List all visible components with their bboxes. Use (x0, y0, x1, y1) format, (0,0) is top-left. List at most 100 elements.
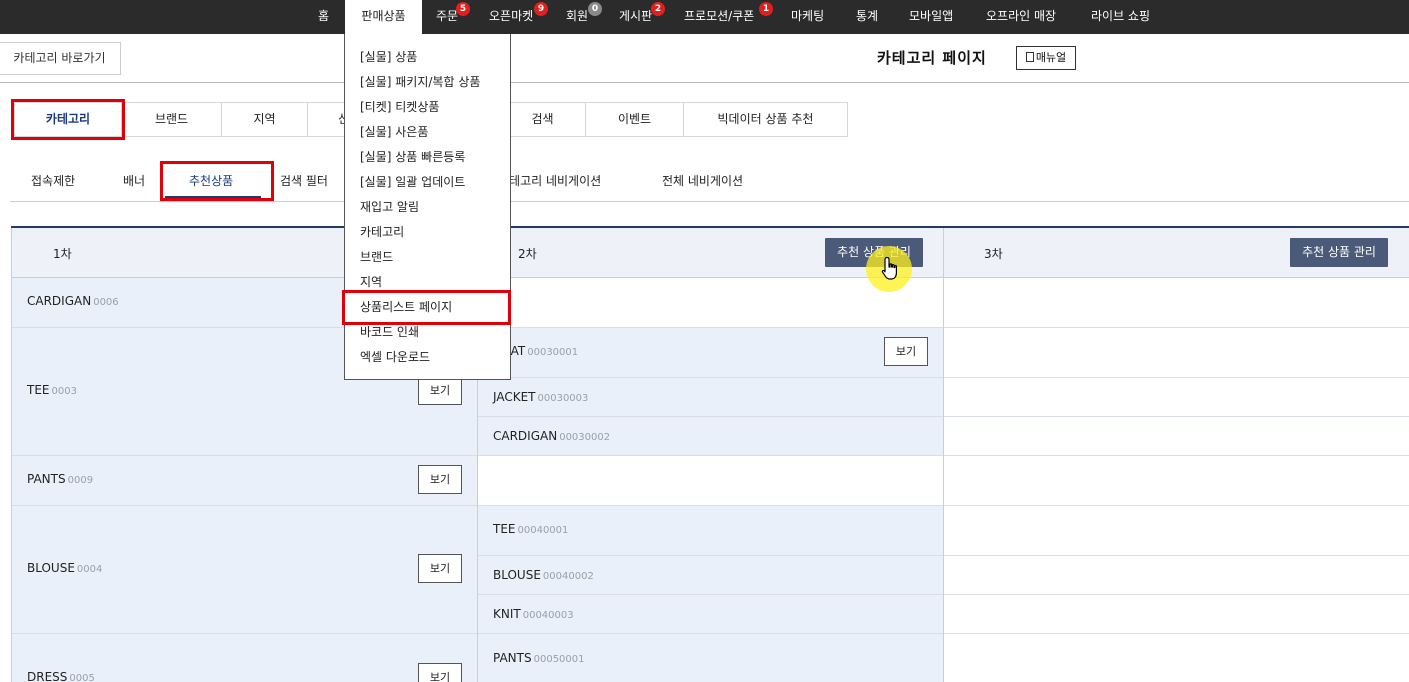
menu-item[interactable]: [실물] 사은품 (360, 123, 428, 140)
category-name: TEE 0003 (27, 383, 77, 397)
nav-label: 홈 (318, 9, 330, 23)
category-label: PANTS (493, 651, 532, 665)
highlight-box (342, 290, 511, 325)
menu-item[interactable]: [실물] 일괄 업데이트 (360, 173, 465, 190)
subtab-access[interactable]: 접속제한 (31, 172, 75, 189)
category-label: BLOUSE (27, 561, 75, 575)
subtab-category-nav[interactable]: 카테고리 네비게이션 (498, 172, 601, 189)
view-button[interactable]: 보기 (418, 554, 462, 583)
grid-line (11, 228, 12, 682)
nav-board[interactable]: 게시판 (619, 0, 652, 34)
grid-line (943, 228, 944, 682)
menu-item[interactable]: 지역 (360, 273, 382, 290)
manual-button[interactable]: 매뉴얼 (1016, 46, 1076, 70)
nav-label: 게시판 (619, 9, 653, 23)
menu-item[interactable]: [실물] 상품 (360, 48, 417, 65)
subtab-banner[interactable]: 배너 (123, 172, 145, 189)
nav-promotion[interactable]: 프로모션/쿠폰 (684, 0, 754, 34)
table-row[interactable]: DRESS 0005 보기 (11, 634, 478, 682)
badge-promotion: 1 (759, 2, 773, 16)
subtab-all-nav[interactable]: 전체 네비게이션 (662, 172, 743, 189)
badge-members: 0 (588, 2, 602, 16)
view-button[interactable]: 보기 (418, 465, 462, 494)
nav-members[interactable]: 회원 (566, 0, 588, 34)
menu-item[interactable]: 엑셀 다운로드 (360, 348, 430, 365)
category-code: 0004 (76, 564, 103, 575)
tab-brand[interactable]: 브랜드 (122, 102, 222, 137)
category-name: PANTS 00050001 (493, 651, 585, 665)
header-divider (0, 82, 1409, 83)
table-row[interactable]: PANTS 00050001 (478, 634, 944, 682)
nav-label: 모바일앱 (909, 9, 954, 23)
table-row (944, 556, 1409, 595)
tab-event[interactable]: 이벤트 (586, 102, 684, 137)
category-code: 00040003 (522, 610, 574, 621)
table-row (944, 278, 1409, 328)
nav-offline[interactable]: 오프라인 매장 (986, 0, 1056, 34)
menu-item[interactable]: [실물] 상품 빠른등록 (360, 148, 465, 165)
table-row (478, 456, 944, 506)
subtab-search-filter[interactable]: 검색 필터 (280, 172, 328, 189)
category-name: TEE 00040001 (493, 522, 568, 536)
table-row[interactable]: CARDIGAN 00030002 (478, 417, 944, 456)
nav-mobileapp[interactable]: 모바일앱 (909, 0, 953, 34)
category-name: DRESS 0005 (27, 670, 95, 682)
table-row[interactable]: BLOUSE 00040002 (478, 556, 944, 595)
category-name: JACKET 00030003 (493, 390, 588, 404)
top-navigation: 홈 판매상품 주문 5 오픈마켓 9 회원 0 게시판 2 프로모션/쿠폰 1 … (0, 0, 1409, 34)
nav-live[interactable]: 라이브 쇼핑 (1091, 0, 1150, 34)
table-row (944, 506, 1409, 556)
view-button[interactable]: 보기 (884, 337, 928, 366)
table-row[interactable]: PANTS 0009 보기 (11, 456, 478, 506)
nav-label: 오픈마켓 (489, 9, 534, 23)
table-row[interactable]: JACKET 00030003 (478, 378, 944, 417)
menu-item[interactable]: 재입고 알림 (360, 198, 419, 215)
manage-recommended-button[interactable]: 추천 상품 관리 (1290, 238, 1388, 267)
table-row (944, 634, 1409, 682)
table-row[interactable]: COAT00030001 보기 (478, 328, 944, 378)
tab-bigdata[interactable]: 빅데이터 상품 추천 (684, 102, 848, 137)
nav-label: 프로모션/쿠폰 (684, 9, 755, 23)
category-shortcut-button[interactable]: 카테고리 바로가기 (0, 42, 121, 75)
category-label: TEE (27, 383, 50, 397)
table-row[interactable]: BLOUSE 0004 보기 (11, 506, 478, 634)
view-button[interactable]: 보기 (418, 663, 462, 682)
nav-products[interactable]: 판매상품 (345, 0, 422, 34)
category-name: CARDIGAN 0006 (27, 294, 119, 308)
category-label: TEE (493, 522, 516, 536)
column-title: 3차 (984, 247, 1003, 261)
menu-item[interactable]: [실물] 패키지/복합 상품 (360, 73, 480, 90)
hand-cursor-icon (881, 256, 897, 280)
menu-item[interactable]: [티켓] 티켓상품 (360, 98, 439, 115)
category-code: 00040002 (542, 571, 594, 582)
menu-item[interactable]: 카테고리 (360, 223, 404, 240)
nav-stats[interactable]: 통계 (856, 0, 878, 34)
highlight-box (11, 99, 125, 140)
view-button[interactable]: 보기 (418, 376, 462, 405)
category-label: DRESS (27, 670, 68, 682)
category-code: 00030002 (559, 432, 611, 443)
table-row[interactable]: TEE 00040001 (478, 506, 944, 556)
tab-region[interactable]: 지역 (222, 102, 308, 137)
category-code: 0009 (67, 475, 94, 486)
nav-orders[interactable]: 주문 (436, 0, 458, 34)
table-row[interactable]: KNIT 00040003 (478, 595, 944, 634)
menu-item[interactable]: 바코드 인쇄 (360, 323, 419, 340)
tab-search[interactable]: 검색 (500, 102, 586, 137)
nav-home[interactable]: 홈 (318, 0, 329, 34)
manual-label: 매뉴얼 (1035, 51, 1067, 64)
products-dropdown-menu: [실물] 상품 [실물] 패키지/복합 상품 [티켓] 티켓상품 [실물] 사은… (344, 34, 511, 380)
category-label: PANTS (27, 472, 66, 486)
nav-marketing[interactable]: 마케팅 (791, 0, 824, 34)
page-title: 카테고리 페이지 (877, 49, 987, 67)
column-title: 2차 (518, 247, 537, 261)
page-root: 홈 판매상품 주문 5 오픈마켓 9 회원 0 게시판 2 프로모션/쿠폰 1 … (0, 0, 1409, 682)
category-label: CARDIGAN (493, 429, 558, 443)
table-row (944, 378, 1409, 417)
category-label: BLOUSE (493, 568, 541, 582)
nav-label: 마케팅 (791, 9, 825, 23)
document-icon (1025, 52, 1034, 62)
nav-openmarket[interactable]: 오픈마켓 (489, 0, 533, 34)
menu-item[interactable]: 브랜드 (360, 248, 393, 265)
table-row (944, 328, 1409, 378)
